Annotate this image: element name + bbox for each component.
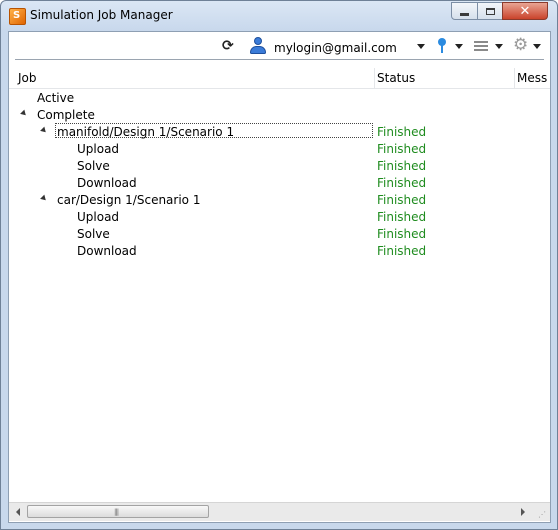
tree-row[interactable]: Complete bbox=[9, 106, 550, 123]
expand-arrow-icon[interactable] bbox=[40, 126, 48, 135]
scrollbar-thumb[interactable]: ||| bbox=[27, 505, 209, 518]
gear-dropdown-icon[interactable] bbox=[533, 44, 541, 49]
app-logo-icon: S bbox=[9, 8, 26, 25]
expand-arrow-icon[interactable] bbox=[20, 109, 28, 118]
account-dropdown-icon[interactable] bbox=[417, 44, 425, 49]
list-dropdown-icon[interactable] bbox=[495, 44, 503, 49]
horizontal-scrollbar[interactable]: ||| ⋰ bbox=[9, 502, 550, 521]
toolbar: ⟳ mylogin@gmail.com ⚙ bbox=[9, 32, 550, 62]
status-text: Finished bbox=[377, 176, 427, 190]
column-header-message[interactable]: Mess bbox=[517, 71, 547, 85]
job-label: Upload bbox=[77, 142, 120, 156]
account-label[interactable]: mylogin@gmail.com bbox=[274, 41, 397, 55]
job-label: manifold/Design 1/Scenario 1 bbox=[57, 125, 235, 139]
column-header-job[interactable]: Job bbox=[18, 71, 37, 85]
tree-row[interactable]: manifold/Design 1/Scenario 1 Finished bbox=[9, 123, 550, 140]
scroll-right-icon[interactable] bbox=[515, 505, 531, 519]
status-text: Finished bbox=[377, 142, 427, 156]
toolbar-divider bbox=[15, 59, 544, 60]
scroll-left-icon[interactable] bbox=[10, 505, 26, 519]
probe-dropdown-icon[interactable] bbox=[455, 44, 463, 49]
probe-icon[interactable] bbox=[437, 38, 447, 54]
refresh-icon[interactable]: ⟳ bbox=[222, 39, 234, 53]
list-icon[interactable] bbox=[474, 41, 488, 52]
tree-row[interactable]: Download Finished bbox=[9, 174, 550, 191]
minimize-icon bbox=[460, 12, 469, 16]
tree-row[interactable]: Upload Finished bbox=[9, 208, 550, 225]
tree-row[interactable]: Solve Finished bbox=[9, 225, 550, 242]
minimize-button[interactable] bbox=[451, 2, 478, 20]
gear-icon[interactable]: ⚙ bbox=[513, 37, 528, 54]
status-text: Finished bbox=[377, 159, 427, 173]
tree-row[interactable]: Solve Finished bbox=[9, 157, 550, 174]
expand-arrow-icon[interactable] bbox=[40, 194, 48, 203]
job-label: Download bbox=[77, 244, 137, 258]
column-header-status[interactable]: Status bbox=[377, 71, 415, 85]
maximize-icon bbox=[485, 7, 495, 15]
job-label: Active bbox=[37, 91, 75, 105]
tree-row[interactable]: car/Design 1/Scenario 1 Finished bbox=[9, 191, 550, 208]
status-text: Finished bbox=[377, 193, 427, 207]
close-button[interactable]: ✕ bbox=[502, 2, 548, 20]
column-divider[interactable] bbox=[514, 68, 515, 88]
tree-row[interactable]: Active bbox=[9, 89, 550, 106]
maximize-button[interactable] bbox=[477, 2, 503, 20]
app-window: S Simulation Job Manager ✕ ⟳ mylogin@gma… bbox=[0, 0, 558, 530]
window-title: Simulation Job Manager bbox=[30, 8, 173, 22]
status-text: Finished bbox=[377, 227, 427, 241]
column-divider[interactable] bbox=[374, 68, 375, 88]
status-text: Finished bbox=[377, 210, 427, 224]
job-label: Solve bbox=[77, 227, 110, 241]
job-manager-panel: ⟳ mylogin@gmail.com ⚙ Job Status Mess Ac… bbox=[8, 31, 551, 523]
job-label: Complete bbox=[37, 108, 95, 122]
job-label: Download bbox=[77, 176, 137, 190]
title-bar[interactable]: S Simulation Job Manager ✕ bbox=[1, 1, 557, 31]
column-header-row: Job Status Mess bbox=[9, 68, 550, 89]
user-icon[interactable] bbox=[250, 37, 266, 55]
tree-row[interactable]: Upload Finished bbox=[9, 140, 550, 157]
resize-grip-icon[interactable]: ⋰ bbox=[538, 511, 546, 519]
tree-row[interactable]: Download Finished bbox=[9, 242, 550, 259]
close-icon: ✕ bbox=[519, 3, 531, 19]
job-label: Solve bbox=[77, 159, 110, 173]
job-label: car/Design 1/Scenario 1 bbox=[57, 193, 201, 207]
status-text: Finished bbox=[377, 244, 427, 258]
status-text: Finished bbox=[377, 125, 427, 139]
job-label: Upload bbox=[77, 210, 120, 224]
